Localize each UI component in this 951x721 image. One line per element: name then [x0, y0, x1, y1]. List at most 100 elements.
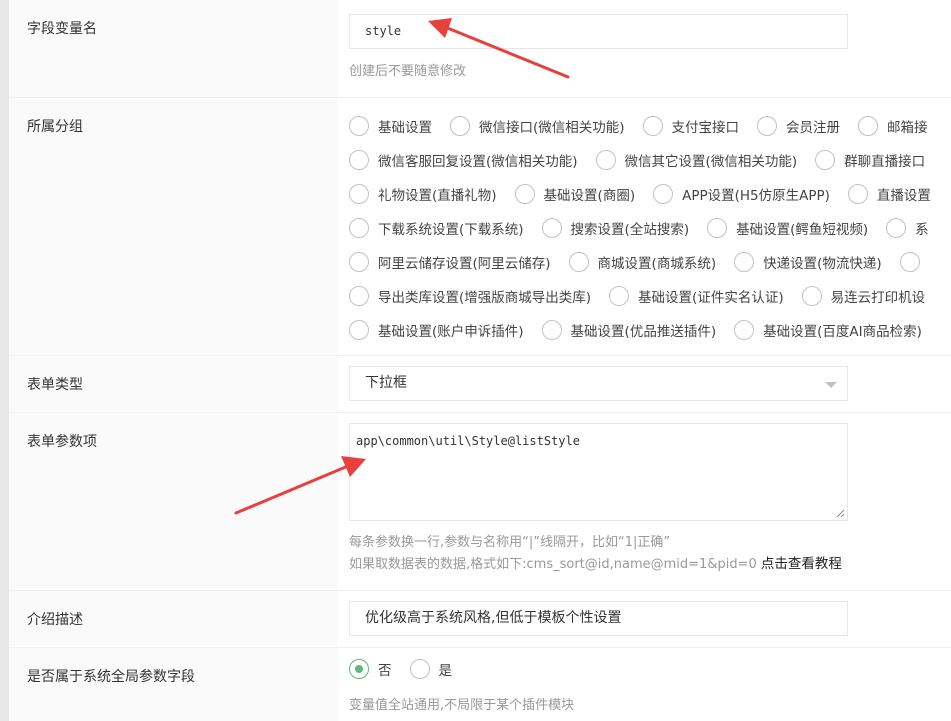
global-param-option-yes-label: 是 — [438, 663, 453, 679]
global-param-option-no-label: 否 — [378, 663, 392, 679]
group-radio-option[interactable]: 快递设置(物流快递) — [734, 252, 882, 272]
group-radio-option[interactable] — [899, 252, 929, 272]
global-param-radio-group: 否 是 — [349, 658, 470, 680]
group-radio-option[interactable]: 基础设置(鳄鱼短视频) — [707, 218, 868, 238]
form-params-hint-2-line: 如果取数据表的数据,格式如下:cms_sort@id,name@mid=1&pi… — [349, 552, 842, 572]
tutorial-link[interactable]: 点击查看教程 — [761, 556, 842, 572]
radio-unchecked-icon — [409, 659, 430, 679]
radio-unchecked-icon — [349, 116, 369, 136]
radio-unchecked-icon — [349, 184, 369, 204]
group-label: 所属分组 — [9, 98, 338, 355]
radio-unchecked-icon — [815, 150, 836, 170]
row-form-type: 表单类型 下拉框 — [9, 356, 951, 413]
radio-unchecked-icon — [886, 218, 907, 238]
group-radio-option[interactable]: 支付宝接口 — [642, 116, 740, 136]
group-radio-option[interactable]: 基础设置(商圈) — [514, 184, 635, 204]
radio-unchecked-icon — [801, 286, 822, 306]
group-radio-option[interactable]: 微信接口(微信相关功能) — [450, 116, 625, 136]
group-radio-option[interactable]: 商城设置(商城系统) — [568, 252, 717, 272]
row-description: 介绍描述 优化级高于系统风格,但低于模板个性设置 — [9, 591, 951, 648]
global-param-content: 否 是 变量值全站通用,不局限于某个插件模块 — [338, 648, 951, 721]
group-radio-option[interactable]: 群聊直播接口 — [815, 150, 925, 170]
form-params-content: app\common\util\Style@listStyle 每条参数换一行,… — [338, 413, 951, 590]
global-param-option-yes[interactable]: 是 — [409, 659, 453, 679]
group-radio-label: 基础设置 — [378, 120, 432, 136]
group-radio-line: 阿里云储存设置(阿里云储存) 商城设置(商城系统) 快递设置(物流快递) — [349, 251, 947, 273]
group-radio-option[interactable]: 易连云打印机设 — [801, 286, 926, 306]
group-radio-label: 商城设置(商城系统) — [597, 256, 717, 272]
description-label: 介绍描述 — [9, 591, 338, 647]
field-edit-form: 字段变量名 style 创建后不要随意修改 所属分组 基础设置 微信接口(微信相关… — [9, 0, 951, 721]
radio-unchecked-icon — [734, 252, 755, 272]
field-name-input[interactable]: style — [349, 14, 848, 49]
group-radio-option[interactable]: 会员注册 — [757, 116, 840, 136]
form-type-select[interactable]: 下拉框 — [349, 366, 848, 401]
group-radio-label: 基础设置(证件实名认证) — [638, 290, 784, 306]
radio-unchecked-icon — [349, 218, 369, 238]
global-param-label: 是否属于系统全局参数字段 — [9, 648, 338, 721]
field-name-content: style 创建后不要随意修改 — [338, 0, 951, 97]
group-radio-label: 礼物设置(直播礼物) — [378, 188, 497, 204]
group-radio-label: 基础设置(鳄鱼短视频) — [736, 222, 869, 238]
radio-unchecked-icon — [349, 286, 369, 306]
radio-unchecked-icon — [541, 218, 562, 238]
radio-checked-icon — [349, 659, 369, 679]
radio-unchecked-icon — [899, 252, 920, 272]
row-field-name: 字段变量名 style 创建后不要随意修改 — [9, 0, 951, 98]
description-input[interactable]: 优化级高于系统风格,但低于模板个性设置 — [349, 601, 848, 636]
group-radio-label: 会员注册 — [786, 120, 841, 136]
row-global-param: 是否属于系统全局参数字段 否 是 变量值全站通用,不局限于某个插件模块 — [9, 648, 951, 721]
group-radio-label: 邮箱接 — [887, 120, 928, 136]
group-radio-option[interactable]: 基础设置 — [349, 116, 432, 136]
radio-unchecked-icon — [707, 218, 728, 238]
radio-unchecked-icon — [653, 184, 674, 204]
radio-unchecked-icon — [450, 116, 470, 136]
group-radio-list: 基础设置 微信接口(微信相关功能) 支付宝接口 会员注册 邮箱接微信客服回复设置(微信相… — [338, 98, 951, 355]
form-params-textarea[interactable]: app\common\util\Style@listStyle — [349, 423, 848, 521]
chevron-down-icon — [825, 382, 837, 388]
row-group: 所属分组 基础设置 微信接口(微信相关功能) 支付宝接口 会员注册 邮箱接微信客服回复设… — [9, 98, 951, 356]
group-radio-option[interactable]: 系 — [886, 218, 929, 238]
field-name-hint: 创建后不要随意修改 — [349, 64, 467, 79]
group-radio-option[interactable]: 邮箱接 — [858, 116, 928, 136]
radio-unchecked-icon — [568, 252, 589, 272]
radio-unchecked-icon — [349, 320, 369, 340]
form-params-value: app\common\util\Style@listStyle — [356, 434, 580, 448]
group-radio-label: 下载系统设置(下载系统) — [378, 222, 524, 238]
group-radio-option[interactable]: 导出类库设置(增强版商城导出类库) — [349, 286, 591, 306]
group-radio-option[interactable]: 基础设置(证件实名认证) — [609, 286, 784, 306]
group-radio-option[interactable]: 礼物设置(直播礼物) — [349, 184, 497, 204]
radio-unchecked-icon — [757, 116, 778, 136]
group-radio-option[interactable]: 基础设置(账户申诉插件) — [349, 320, 524, 340]
radio-unchecked-icon — [858, 116, 879, 136]
group-radio-option[interactable]: 微信客服回复设置(微信相关功能) — [349, 150, 578, 170]
group-radio-option[interactable]: 搜索设置(全站搜索) — [541, 218, 689, 238]
group-radio-option[interactable]: 基础设置(优品推送插件) — [541, 320, 717, 340]
group-radio-label: 基础设置(优品推送插件) — [570, 324, 717, 340]
group-radio-line: 基础设置(账户申诉插件) 基础设置(优品推送插件) 基础设置(百度AI商品检索) — [349, 319, 940, 341]
group-radio-option[interactable]: APP设置(H5仿原生APP) — [653, 184, 830, 204]
resize-handle-icon[interactable] — [836, 509, 845, 518]
left-scroll-strip — [0, 0, 9, 721]
radio-unchecked-icon — [595, 150, 616, 170]
group-radio-label: 基础设置(账户申诉插件) — [378, 324, 524, 340]
radio-unchecked-icon — [642, 116, 663, 136]
group-radio-label: 易连云打印机设 — [830, 290, 926, 306]
form-type-content: 下拉框 — [338, 356, 951, 412]
group-radio-option[interactable]: 阿里云储存设置(阿里云储存) — [349, 252, 551, 272]
group-radio-label: 阿里云储存设置(阿里云储存) — [378, 256, 551, 272]
form-params-label: 表单参数项 — [9, 413, 338, 590]
group-radio-option[interactable]: 微信其它设置(微信相关功能) — [595, 150, 797, 170]
form-params-hint-2: 如果取数据表的数据,格式如下:cms_sort@id,name@mid=1&pi… — [349, 557, 757, 572]
group-radio-option[interactable]: 基础设置(百度AI商品检索) — [734, 320, 922, 340]
group-radio-label: 支付宝接口 — [671, 120, 740, 136]
group-radio-option[interactable]: 直播设置 — [847, 184, 931, 204]
global-param-hint: 变量值全站通用,不局限于某个插件模块 — [349, 698, 575, 713]
global-param-option-no[interactable]: 否 — [349, 659, 392, 679]
radio-unchecked-icon — [349, 252, 369, 272]
radio-unchecked-icon — [609, 286, 630, 306]
radio-unchecked-icon — [541, 320, 562, 340]
group-radio-option[interactable]: 下载系统设置(下载系统) — [349, 218, 524, 238]
form-type-selected-value: 下拉框 — [365, 375, 407, 391]
row-form-params: 表单参数项 app\common\util\Style@listStyle 每条… — [9, 413, 951, 591]
